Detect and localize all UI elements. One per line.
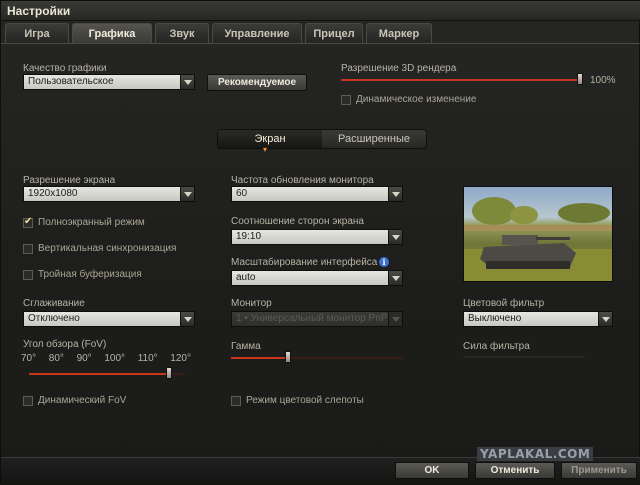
tab-sound[interactable]: Звук [155,23,209,43]
triple-buffer-label: Тройная буферизация [38,269,142,280]
subtab-advanced[interactable]: Расширенные [322,130,426,148]
active-subtab-indicator-icon: ▾ [263,145,268,154]
aa-select[interactable]: Отключено [23,311,195,327]
tab-game[interactable]: Игра [5,23,69,43]
fullscreen-label: Полноэкранный режим [38,217,145,228]
checkbox-box [341,94,351,105]
monitor-select: 1 • Универсальный монитор PnP ( [231,311,403,327]
settings-window: Настройки Игра Графика Звук Управление П… [0,0,640,485]
slider-track [463,356,585,358]
title-bar: Настройки [1,1,640,21]
info-icon[interactable]: i [379,257,389,267]
render-res-label: Разрешение 3D рендера [341,63,457,74]
colorblind-checkbox[interactable]: Режим цветовой слепоты [231,395,364,406]
chevron-down-icon [388,312,402,326]
graphics-preview-image [463,186,613,282]
scale-label: Масштабирование интерфейса [231,257,378,268]
checkbox-box [23,395,33,406]
quality-label: Качество графики [23,63,107,74]
fov-tick-label: 100° [104,353,126,364]
checkbox-box [231,395,241,406]
filter-strength-slider [463,353,585,361]
checkbox-box [23,269,33,280]
filter-select[interactable]: Выключено [463,311,613,327]
slider-fill [341,79,583,81]
slider-fill [29,373,169,375]
fov-tick-label: 110° [137,353,158,364]
window-title: Настройки [7,4,71,18]
tab-graphics[interactable]: Графика [72,23,152,43]
colorblind-label: Режим цветовой слепоты [246,395,364,406]
tank-preview-icon [464,197,612,281]
chevron-down-icon [388,187,402,201]
refresh-label: Частота обновления монитора [231,175,374,186]
dynamic-change-checkbox[interactable]: Динамическое изменение [341,94,476,105]
vsync-checkbox[interactable]: Вертикальная синхронизация [23,243,176,254]
filter-label: Цветовой фильтр [463,298,545,309]
fov-label: Угол обзора (FoV) [23,339,107,350]
scale-value: auto [236,272,256,283]
monitor-label: Монитор [231,298,272,309]
dynamic-fov-checkbox[interactable]: Динамический FoV [23,395,126,406]
chevron-down-icon [388,230,402,244]
slider-thumb[interactable] [285,351,291,363]
dynamic-fov-label: Динамический FoV [38,395,127,406]
slider-fill [231,357,288,359]
dynamic-change-label: Динамическое изменение [356,94,477,105]
aa-value: Отключено [28,313,80,324]
screen-res-label: Разрешение экрана [23,175,116,186]
scale-select[interactable]: auto [231,270,403,286]
fov-tick-label: 90° [76,353,92,364]
refresh-value: 60 [236,188,248,199]
aspect-label: Соотношение сторон экрана [231,216,364,227]
quality-value: Пользовательское [28,76,114,87]
filter-value: Выключено [468,313,522,324]
screen-res-select[interactable]: 1920x1080 [23,186,195,202]
gamma-slider[interactable] [231,351,403,363]
chevron-down-icon [180,312,194,326]
triple-buffer-checkbox[interactable]: Тройная буферизация [23,269,142,280]
checkbox-box [23,216,33,228]
recommended-button[interactable]: Рекомендуемое [207,74,307,91]
slider-thumb[interactable] [577,73,583,85]
tab-marker[interactable]: Маркер [366,23,432,43]
tab-bar: Игра Графика Звук Управление Прицел Марк… [5,23,435,43]
monitor-value: 1 • Универсальный монитор PnP ( [236,313,394,324]
aspect-select[interactable]: 19:10 [231,229,403,245]
refresh-select[interactable]: 60 [231,186,403,202]
aa-label: Сглаживание [23,298,85,309]
render-res-slider[interactable] [341,73,583,85]
fov-slider[interactable] [29,367,185,379]
tab-divider [1,43,640,44]
tab-controls[interactable]: Управление [212,23,302,43]
chevron-down-icon [388,271,402,285]
fov-scale: 70° 80° 90° 100° 110° 120° [21,353,191,364]
fov-tick-label: 120° [170,353,191,364]
aspect-value: 19:10 [236,231,262,242]
chevron-down-icon [598,312,612,326]
gamma-label: Гамма [231,341,261,352]
subtab-bar: Экран Расширенные [217,129,427,149]
cancel-button[interactable]: Отменить [475,462,555,479]
watermark: YAPLAKAL.COM [477,447,594,461]
filter-strength-label: Сила фильтра [463,341,530,352]
ok-button[interactable]: OK [395,462,469,479]
fov-tick-label: 80° [48,353,64,364]
render-res-value: 100% [590,75,616,86]
apply-button[interactable]: Применить [561,462,637,479]
checkbox-box [23,243,33,254]
fullscreen-checkbox[interactable]: Полноэкранный режим [23,216,145,228]
screen-res-value: 1920x1080 [28,188,78,199]
vsync-label: Вертикальная синхронизация [38,243,177,254]
chevron-down-icon [180,75,194,89]
quality-select[interactable]: Пользовательское [23,74,195,90]
slider-thumb[interactable] [166,367,172,379]
tab-aim[interactable]: Прицел [305,23,363,43]
subtab-screen[interactable]: Экран [218,130,322,148]
fov-tick-label: 70° [21,353,37,364]
chevron-down-icon [180,187,194,201]
